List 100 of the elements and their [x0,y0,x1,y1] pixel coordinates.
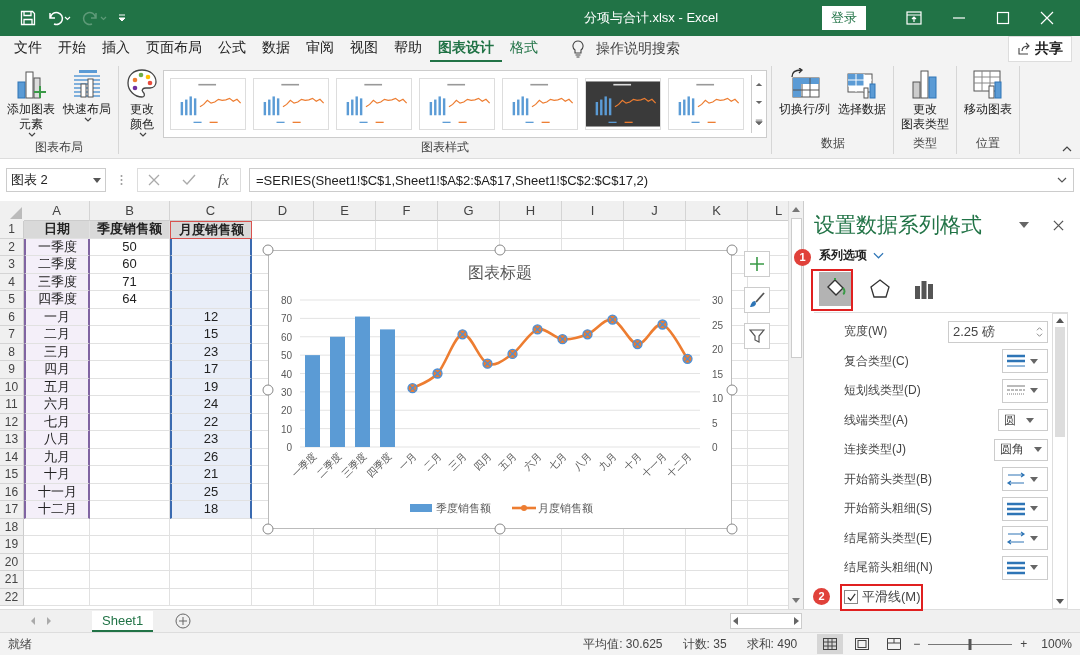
row-header[interactable]: 5 [0,291,24,309]
resize-handle[interactable] [726,523,738,535]
column-header[interactable]: E [314,201,376,221]
scroll-thumb[interactable] [790,218,802,358]
chart-style-thumbnail[interactable] [419,78,495,130]
share-button[interactable]: 共享 [1008,36,1072,62]
column-header[interactable]: H [500,201,562,221]
resize-handle[interactable] [262,244,274,256]
ribbon-button[interactable]: 快速布局 [60,66,114,124]
save-icon[interactable] [20,10,36,26]
undo-icon[interactable] [46,10,72,26]
chart-title[interactable]: 图表标题 [468,264,532,281]
ribbon-button[interactable]: 移动图表 [961,66,1016,119]
ribbon-button[interactable]: 添加图表 元素 [4,66,58,139]
horizontal-scrollbar[interactable] [730,613,802,629]
insert-function-button[interactable]: fx [218,171,229,189]
ribbon-button[interactable]: 切换行/列 [776,66,834,119]
ribbon-tab[interactable]: 帮助 [386,35,430,63]
resize-handle[interactable] [262,384,274,395]
ribbon-tab[interactable]: 公式 [210,35,254,63]
zoom-level[interactable]: 100% [1041,637,1072,651]
previous-sheet-icon[interactable] [30,617,36,625]
scroll-up-icon[interactable] [1056,318,1064,323]
enter-icon[interactable] [182,174,196,186]
row-header[interactable]: 7 [0,326,24,344]
customize-icon[interactable] [118,13,126,23]
scroll-down-icon[interactable] [1056,599,1064,604]
scroll-left-icon[interactable] [733,617,738,625]
scroll-up-icon[interactable] [755,81,763,87]
ribbon-tab[interactable]: 审阅 [298,35,342,63]
chart-area[interactable]: 图表标题 0 10 20 30 40 50 60 70 80 0 5 10 15 20 25 30 一季度 二季度 三季度 四季度 一月 二月 三月 四月 五月 六月 七月 八月 九月 十月 十一月 十二月 季度销售额 月度销售额 [268,250,732,529]
smooth-line-checkbox[interactable]: 平滑线(M) [844,588,921,607]
scroll-down-icon[interactable] [792,598,800,603]
chart-filter-button[interactable] [744,323,770,349]
resize-handle[interactable] [726,384,738,395]
chart-style-thumbnail[interactable] [502,78,578,130]
chart-styles-button[interactable] [744,287,770,313]
ribbon-button[interactable]: 更改 图表类型 [898,66,953,134]
line-style-dropdown[interactable] [1002,467,1048,492]
ribbon-tab[interactable]: 页面布局 [138,35,210,63]
ribbon-tab[interactable]: 数据 [254,35,298,63]
ribbon-button[interactable]: 更改 颜色 [123,66,161,139]
line-style-dropdown[interactable] [1002,349,1048,374]
scroll-up-icon[interactable] [792,207,800,212]
zoom-slider[interactable] [968,638,972,650]
column-header[interactable]: D [252,201,314,221]
column-header[interactable]: K [686,201,748,221]
row-header[interactable]: 17 [0,501,24,519]
resize-handle[interactable] [262,523,274,535]
cancel-icon[interactable] [148,174,160,186]
ribbon-tab[interactable]: 插入 [94,35,138,63]
row-header[interactable]: 13 [0,431,24,449]
line-style-dropdown[interactable] [1002,496,1048,521]
column-header[interactable]: I [562,201,624,221]
dropdown[interactable]: 圆 [998,409,1048,432]
resize-handle[interactable] [494,523,506,535]
next-sheet-icon[interactable] [46,617,52,625]
add-sheet-icon[interactable] [175,613,192,629]
row-header[interactable]: 9 [0,361,24,379]
row-header[interactable]: 19 [0,536,24,554]
sheet-tab[interactable]: Sheet1 [92,610,154,632]
column-header[interactable]: C [170,201,252,221]
chart-style-thumbnail[interactable] [253,78,329,130]
column-header[interactable]: L [748,201,788,221]
line-series[interactable] [407,314,693,394]
chart-style-thumbnail[interactable] [336,78,412,130]
row-header[interactable]: 11 [0,396,24,414]
series-options-menu[interactable]: 系列选项 [819,247,867,264]
ribbon-button[interactable]: 选择数据 [835,66,890,119]
row-header[interactable]: 21 [0,571,24,589]
ribbon-tab[interactable]: 文件 [6,35,50,63]
formula-field[interactable]: =SERIES(Sheet1!$C$1,Sheet1!$A$2:$A$17,Sheet1!$C$2:$C$17,2) [249,168,1074,192]
login-button[interactable]: 登录 [822,6,866,30]
dropdown[interactable]: 圆角 [994,438,1048,461]
zoom-in-button[interactable]: + [1020,637,1028,651]
line-style-dropdown[interactable] [1002,526,1048,551]
view-button[interactable] [817,634,844,654]
chart-elements-button[interactable] [744,251,770,277]
column-header[interactable]: B [90,201,170,221]
more-icon[interactable] [755,119,763,127]
ribbon-tab[interactable]: 格式 [502,35,546,63]
ribbon-display-icon[interactable] [906,11,922,25]
row-header[interactable]: 15 [0,466,24,484]
name-box[interactable]: 图表 2 [6,168,106,192]
chart-style-thumbnail[interactable] [585,78,661,130]
zoom-out-button[interactable]: − [913,637,921,651]
ribbon-tab[interactable]: 开始 [50,35,94,63]
spinner-icon[interactable] [1036,325,1043,338]
scroll-thumb[interactable] [1055,327,1065,437]
column-header[interactable]: A [24,201,90,221]
pane-scrollbar[interactable] [1052,313,1068,609]
pane-icon-tab[interactable] [819,272,853,306]
line-style-dropdown[interactable] [1002,555,1048,580]
row-header[interactable]: 1 [0,221,24,239]
scroll-down-icon[interactable] [755,100,763,106]
resize-handle[interactable] [494,244,506,256]
column-header[interactable]: G [438,201,500,221]
tell-me-search[interactable]: 操作说明搜索 [596,40,680,58]
collapse-ribbon-icon[interactable] [1062,146,1072,152]
pane-options-icon[interactable] [1019,222,1029,228]
